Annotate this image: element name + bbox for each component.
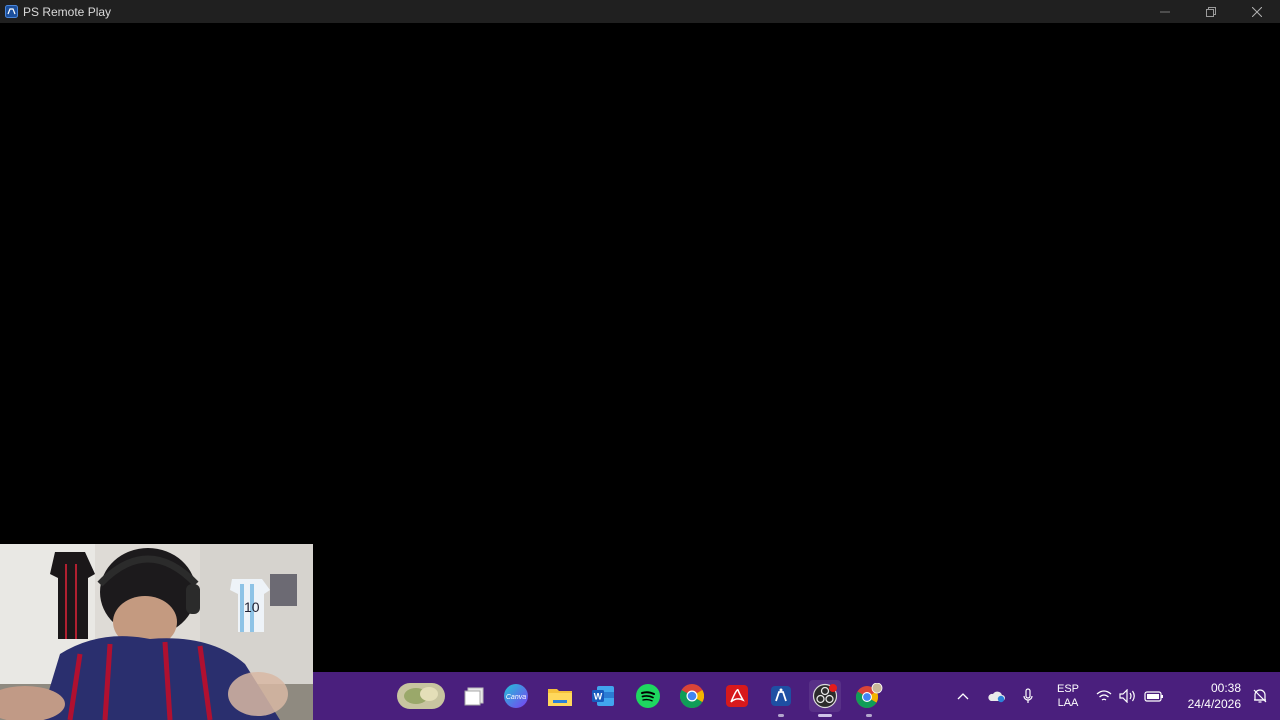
taskbar-app-chrome-profile[interactable] bbox=[853, 680, 885, 717]
close-icon bbox=[1252, 6, 1262, 17]
running-indicator bbox=[778, 714, 784, 717]
wifi-icon bbox=[1096, 690, 1112, 701]
widgets-button[interactable] bbox=[395, 680, 447, 712]
clock-time: 00:38 bbox=[1210, 681, 1241, 695]
title-bar: PS Remote Play bbox=[0, 0, 1280, 23]
svg-text:Canva: Canva bbox=[506, 694, 526, 701]
restore-icon bbox=[1206, 6, 1216, 17]
show-hidden-icons-button[interactable] bbox=[955, 688, 971, 704]
folder-icon bbox=[548, 689, 572, 706]
obs-icon bbox=[812, 683, 838, 709]
jersey-number: 10 bbox=[244, 599, 260, 615]
notifications-button[interactable] bbox=[1251, 687, 1269, 705]
onedrive-icon bbox=[988, 691, 1005, 703]
webcam-overlay: 10 bbox=[0, 544, 313, 720]
running-indicator bbox=[866, 714, 872, 717]
battery-icon bbox=[1144, 691, 1163, 702]
chrome-icon bbox=[680, 684, 704, 708]
chevron-up-icon bbox=[957, 693, 969, 700]
taskbar-app-ps-remote-play[interactable] bbox=[765, 680, 797, 717]
taskbar-app-obs[interactable] bbox=[809, 680, 841, 717]
taskbar-app-file-explorer[interactable] bbox=[544, 680, 576, 712]
restore-button[interactable] bbox=[1188, 0, 1234, 23]
input-language[interactable]: ESP LAA bbox=[1054, 682, 1082, 710]
taskbar-app-word[interactable]: W bbox=[587, 680, 619, 712]
canva-icon: Canva bbox=[504, 684, 528, 708]
spotify-icon bbox=[636, 684, 660, 708]
window-icon bbox=[464, 687, 484, 706]
taskbar-app-spotify[interactable] bbox=[632, 680, 664, 712]
taskbar-app-acrobat[interactable] bbox=[721, 680, 753, 712]
keyboard-layout: LAA bbox=[1057, 697, 1079, 709]
microphone-tray[interactable] bbox=[1020, 687, 1036, 705]
taskbar-app-canva[interactable]: Canva bbox=[500, 680, 532, 712]
window-title: PS Remote Play bbox=[23, 4, 112, 19]
clock-date: 24/4/2026 bbox=[1187, 697, 1241, 711]
ps-remote-play-icon bbox=[4, 5, 18, 19]
microphone-icon bbox=[1023, 688, 1033, 703]
word-icon: W bbox=[592, 686, 614, 706]
active-indicator bbox=[818, 714, 832, 717]
taskbar-app-chrome[interactable] bbox=[676, 680, 708, 712]
notification-bell-icon bbox=[1253, 689, 1267, 703]
weather-widget-icon bbox=[397, 683, 445, 709]
acrobat-icon bbox=[726, 685, 748, 707]
taskbar: Canva W ESP LAA 00:38 24/4/2026 bbox=[313, 672, 1280, 720]
volume-tray[interactable] bbox=[1119, 687, 1137, 705]
window-controls bbox=[1142, 0, 1280, 23]
ps-remote-play-icon bbox=[771, 686, 791, 706]
close-button[interactable] bbox=[1234, 0, 1280, 23]
webcam-image: 10 bbox=[0, 544, 313, 720]
minimize-button[interactable] bbox=[1142, 0, 1188, 23]
svg-text:W: W bbox=[594, 692, 603, 702]
volume-icon bbox=[1119, 689, 1135, 703]
battery-tray[interactable] bbox=[1144, 687, 1164, 705]
taskbar-app-window[interactable] bbox=[458, 680, 490, 712]
minimize-icon bbox=[1160, 11, 1170, 12]
system-clock[interactable]: 00:38 24/4/2026 bbox=[1179, 680, 1241, 712]
chrome-profile-icon bbox=[856, 683, 883, 708]
language-code: ESP bbox=[1056, 683, 1079, 695]
wifi-tray[interactable] bbox=[1095, 687, 1113, 705]
onedrive-tray[interactable] bbox=[987, 687, 1005, 705]
